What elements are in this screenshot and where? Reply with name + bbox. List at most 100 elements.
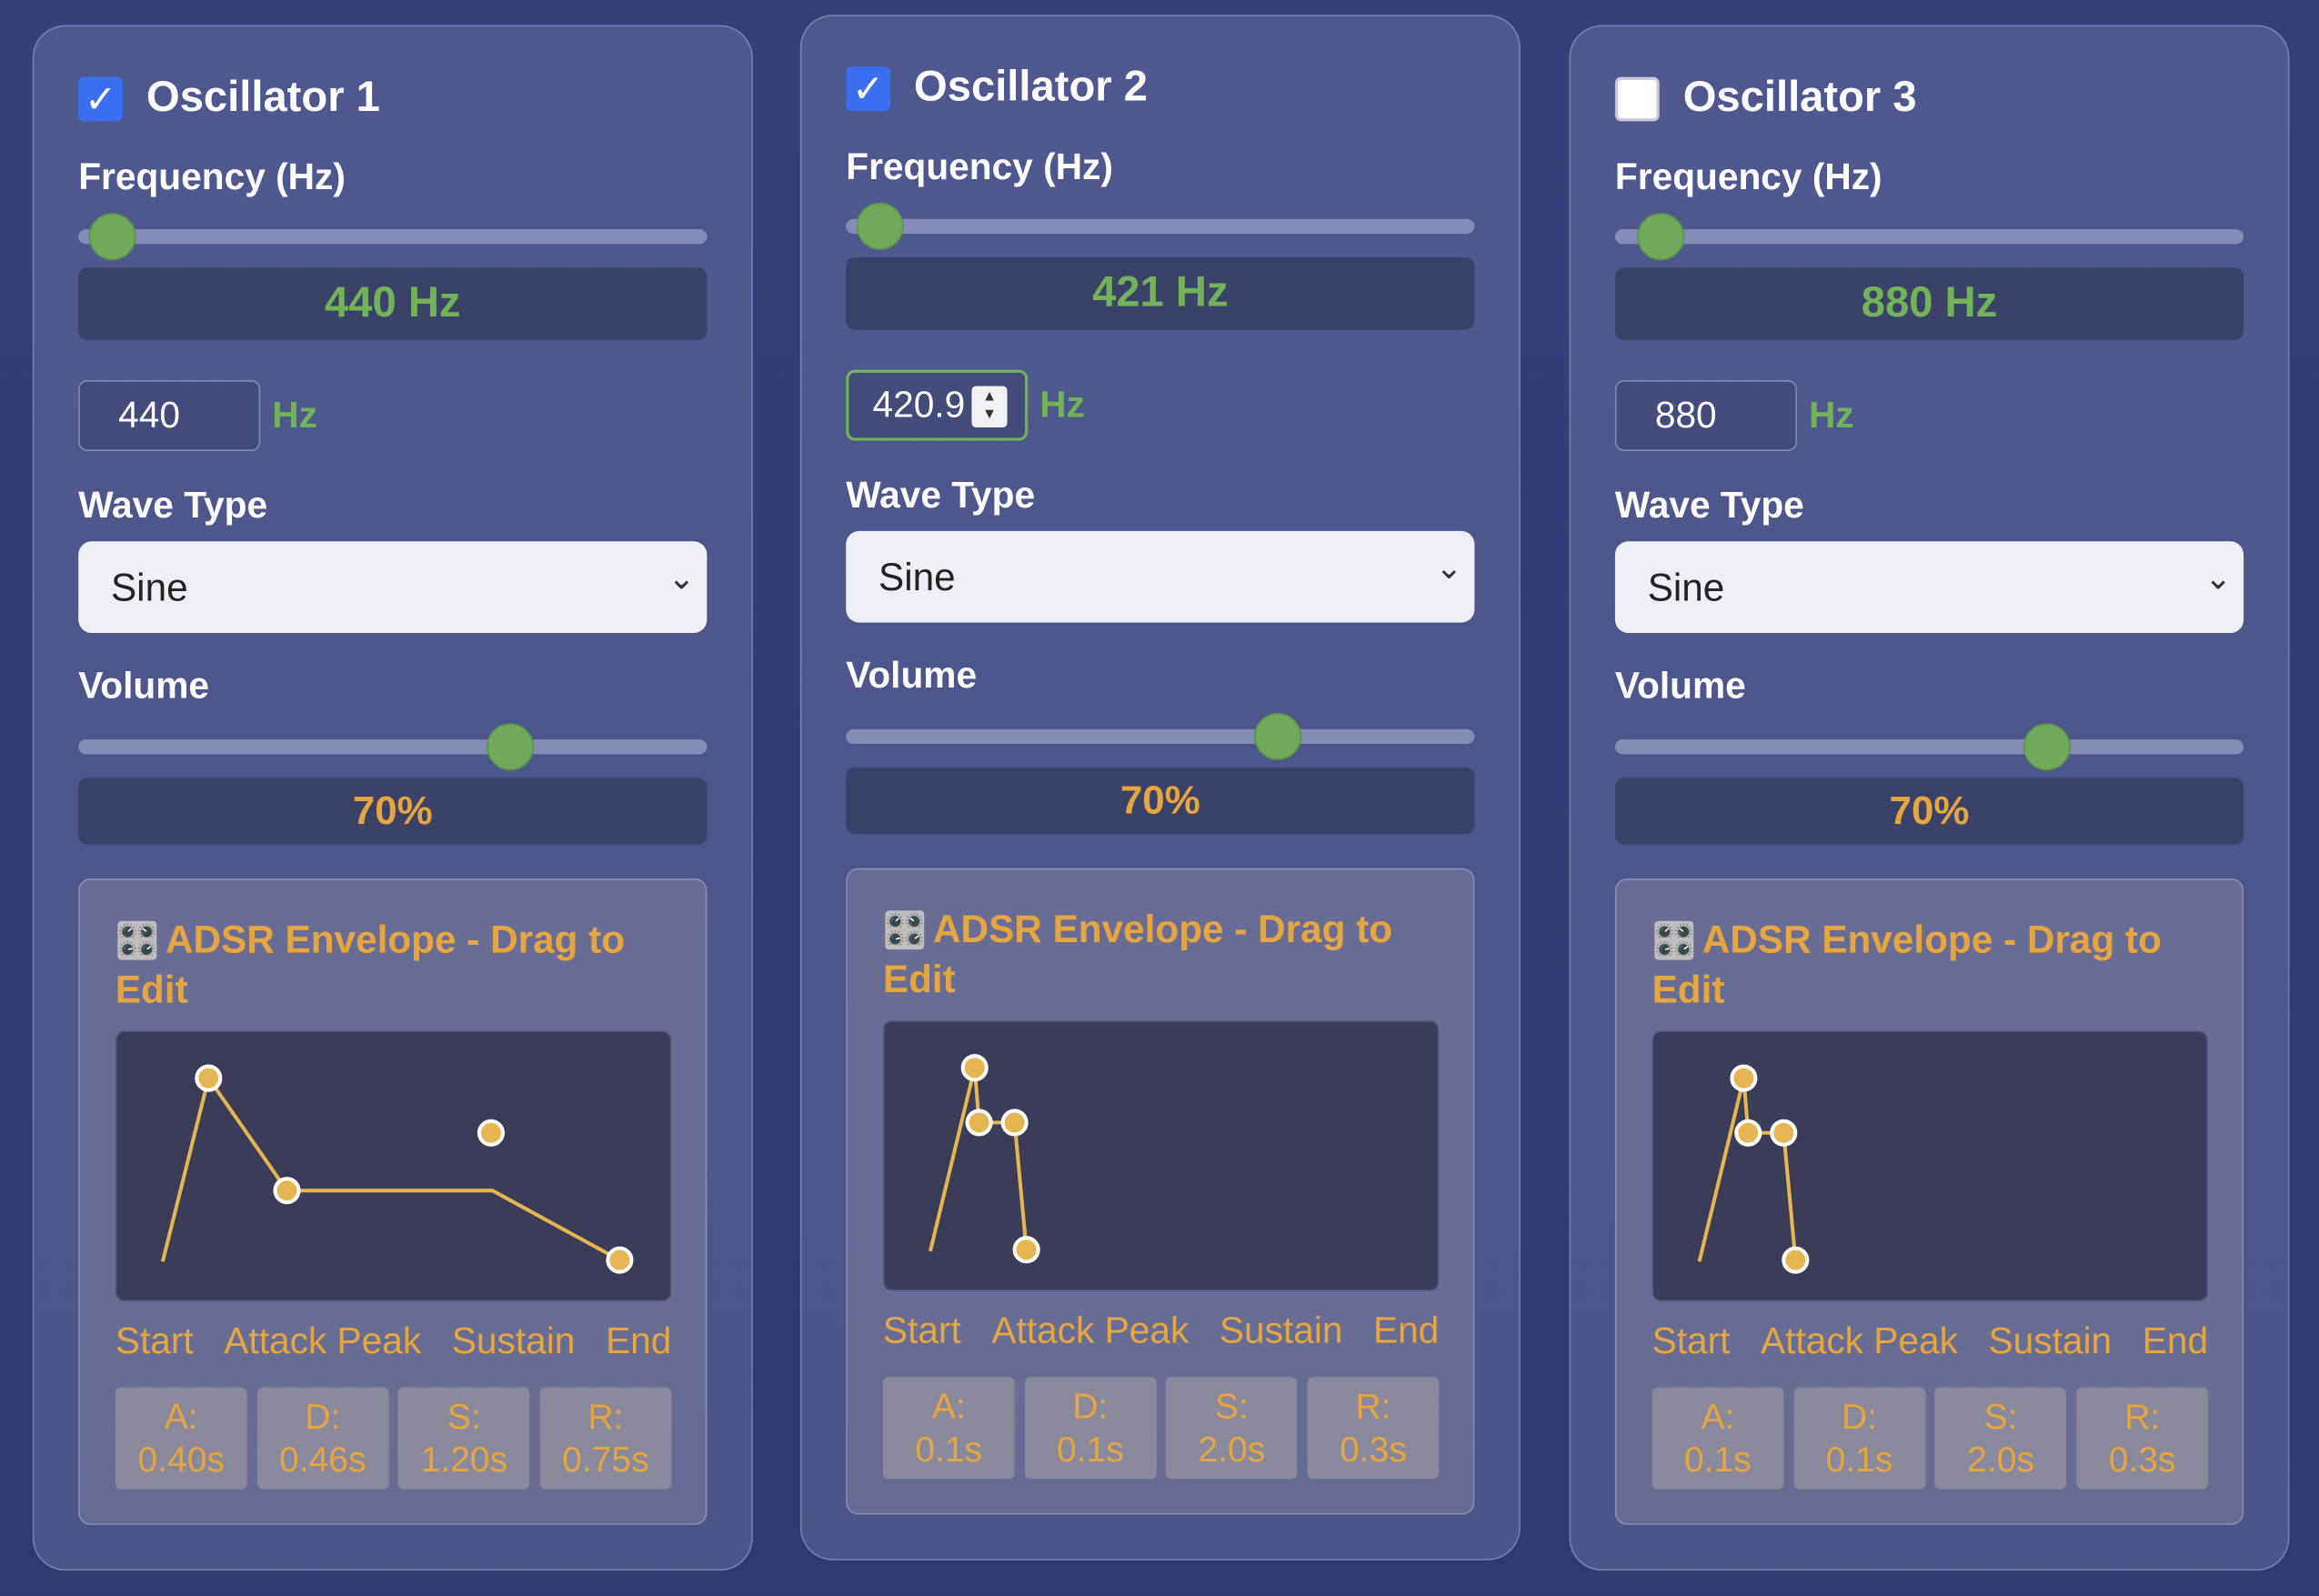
frequency-slider-thumb[interactable] <box>856 202 904 250</box>
oscillator-panel-1: ✓ Oscillator 1 Frequency (Hz) 440 Hz 440… <box>32 25 753 1571</box>
release-handle[interactable] <box>606 1246 634 1274</box>
number-spinner[interactable]: ▲ ▼ <box>971 386 1008 428</box>
adsr-curve-svg[interactable] <box>885 1022 1441 1293</box>
adsr-curve-svg[interactable] <box>1653 1032 2209 1303</box>
adsr-curve-svg[interactable] <box>116 1032 672 1303</box>
frequency-input-value: 420.9 <box>872 384 966 426</box>
attack-param: A: 0.1s <box>882 1377 1015 1480</box>
volume-slider[interactable] <box>78 723 708 771</box>
oscillator-title: Oscillator 3 <box>1682 74 1917 122</box>
frequency-slider[interactable] <box>1614 213 2244 261</box>
phase-label: Attack Peak <box>991 1310 1190 1352</box>
spin-down-icon[interactable]: ▼ <box>982 407 997 425</box>
adsr-phase-labels: Start Attack Peak Sustain End <box>883 1310 1439 1353</box>
adsr-curve <box>928 1067 1029 1252</box>
phase-label: End <box>605 1320 672 1362</box>
frequency-label: Frequency (Hz) <box>846 146 1113 188</box>
release-param: R: 0.3s <box>1307 1377 1440 1480</box>
sustain-param: S: 2.0s <box>1934 1387 2067 1490</box>
attack-peak-handle[interactable] <box>1730 1064 1758 1092</box>
phase-label: Attack Peak <box>1761 1320 1958 1362</box>
wave-type-value: Sine <box>110 564 188 609</box>
frequency-slider-thumb[interactable] <box>88 213 136 261</box>
release-handle[interactable] <box>1012 1236 1040 1264</box>
frequency-input-value: 440 <box>118 394 180 436</box>
adsr-phase-labels: Start Attack Peak Sustain End <box>1652 1320 2208 1363</box>
frequency-input[interactable]: 420.9 ▲ ▼ <box>846 369 1029 441</box>
frequency-input[interactable]: 440 <box>78 379 261 452</box>
phase-label: End <box>1373 1310 1440 1352</box>
sustain-handle[interactable] <box>1000 1109 1029 1137</box>
frequency-slider-thumb[interactable] <box>1636 213 1684 261</box>
param-key: D: <box>1841 1397 1878 1437</box>
attack-peak-handle[interactable] <box>195 1064 223 1092</box>
adsr-editor-canvas[interactable] <box>882 1020 1441 1293</box>
frequency-slider[interactable] <box>78 213 708 261</box>
param-value: 0.75s <box>562 1440 649 1481</box>
param-key: R: <box>587 1397 624 1437</box>
wave-type-select[interactable]: Sine ⌄ <box>78 541 708 634</box>
volume-slider[interactable] <box>1614 723 2244 771</box>
frequency-unit-label: Hz <box>1808 395 1854 437</box>
adsr-params: A: 0.1s D: 0.1s S: 2.0s R: 0.3s <box>1651 1387 2209 1490</box>
volume-label: Volume <box>1614 665 1746 708</box>
oscillator-header: ✓ Oscillator 1 <box>78 74 380 123</box>
param-key: A: <box>164 1397 198 1437</box>
param-key: R: <box>1355 1386 1391 1427</box>
enable-checkbox[interactable]: ✓ <box>846 65 891 111</box>
adsr-envelope-panel: 🎛️ ADSR Envelope - Drag to Edit Start Att… <box>1614 878 2244 1525</box>
frequency-input[interactable]: 880 <box>1614 379 1797 452</box>
adsr-phase-labels: Start Attack Peak Sustain End <box>115 1320 671 1363</box>
adsr-editor-canvas[interactable] <box>1651 1030 2209 1303</box>
wave-type-select[interactable]: Sine ⌄ <box>1614 541 2244 634</box>
adsr-envelope-panel: 🎛️ ADSR Envelope - Drag to Edit Start Att… <box>78 878 708 1525</box>
volume-readout: 70% <box>78 778 708 845</box>
param-value: 0.1s <box>915 1429 983 1470</box>
sustain-param: S: 2.0s <box>1166 1377 1298 1480</box>
decay-handle[interactable] <box>965 1109 993 1137</box>
param-key: D: <box>305 1397 341 1437</box>
spin-up-icon[interactable]: ▲ <box>982 389 997 407</box>
phase-label: End <box>2142 1320 2209 1362</box>
param-key: S: <box>447 1397 481 1437</box>
release-handle[interactable] <box>1782 1246 1810 1274</box>
frequency-unit-label: Hz <box>272 395 317 437</box>
decay-param: D: 0.1s <box>1793 1387 1925 1490</box>
param-value: 0.40s <box>137 1440 225 1481</box>
frequency-readout: 440 Hz <box>78 267 708 341</box>
volume-slider-thumb[interactable] <box>2023 723 2071 771</box>
param-value: 0.46s <box>279 1440 366 1481</box>
oscillator-panel-2: ✓ Oscillator 2 Frequency (Hz) 421 Hz 420… <box>799 15 1521 1561</box>
wave-type-value: Sine <box>878 554 956 598</box>
wave-type-label: Wave Type <box>78 485 268 527</box>
volume-slider-thumb[interactable] <box>1253 712 1301 760</box>
phase-label: Sustain <box>1988 1320 2113 1362</box>
oscillator-header: ✓ Oscillator 3 <box>1614 74 1917 123</box>
wave-type-value: Sine <box>1647 564 1725 609</box>
chevron-down-icon: ⌄ <box>1435 548 1463 587</box>
decay-handle[interactable] <box>273 1177 301 1205</box>
attack-param: A: 0.1s <box>1651 1387 1784 1490</box>
decay-handle[interactable] <box>1734 1119 1762 1147</box>
enable-checkbox[interactable]: ✓ <box>1614 75 1660 121</box>
wave-type-select[interactable]: Sine ⌄ <box>846 530 1475 623</box>
attack-peak-handle[interactable] <box>960 1054 989 1082</box>
adsr-editor-canvas[interactable] <box>115 1030 672 1303</box>
oscillator-title: Oscillator 1 <box>146 74 380 122</box>
sustain-handle[interactable] <box>477 1119 505 1147</box>
adsr-envelope-panel: 🎛️ ADSR Envelope - Drag to Edit Start Att… <box>846 868 1475 1515</box>
phase-label: Sustain <box>1219 1310 1343 1352</box>
oscillator-title: Oscillator 2 <box>914 63 1148 111</box>
release-param: R: 0.3s <box>2076 1387 2209 1490</box>
sustain-handle[interactable] <box>1770 1119 1798 1147</box>
volume-readout: 70% <box>1614 778 2244 845</box>
param-key: A: <box>931 1386 966 1427</box>
param-key: S: <box>1214 1386 1249 1427</box>
volume-slider[interactable] <box>846 712 1475 760</box>
phase-label: Start <box>115 1320 194 1362</box>
volume-slider-thumb[interactable] <box>486 723 534 771</box>
frequency-label: Frequency (Hz) <box>78 156 346 198</box>
enable-checkbox[interactable]: ✓ <box>78 75 123 121</box>
frequency-slider[interactable] <box>846 202 1475 250</box>
param-value: 1.20s <box>420 1440 508 1481</box>
